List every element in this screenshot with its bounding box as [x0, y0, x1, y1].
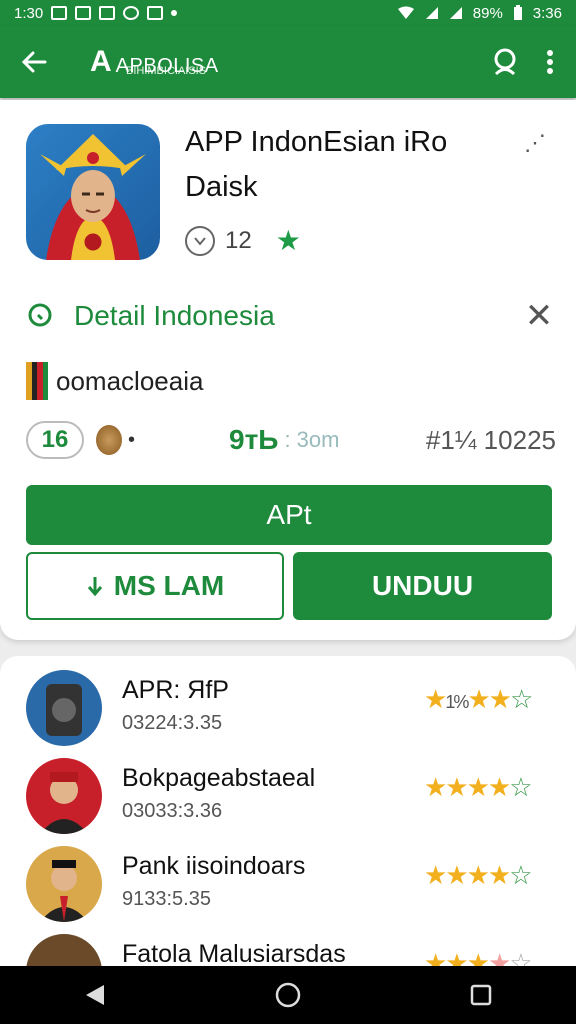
battery-percent: 89% [472, 4, 503, 22]
rating-pill: 16 [26, 421, 84, 459]
coin-icon [96, 425, 122, 455]
app-detail-card: APP IndonEsian iRo Daisk ⋰ 12 ★ Detail I… [0, 100, 576, 640]
review-date: 03033:3.36 [122, 800, 223, 822]
search-icon[interactable] [490, 47, 520, 77]
avatar [26, 670, 102, 746]
detail-header: Detail Indonesia ✕ [26, 296, 556, 336]
download-button[interactable]: UNDUU [293, 552, 552, 620]
download-notification-icon [147, 6, 164, 20]
gallery-notification-icon [51, 6, 68, 20]
more-vert-icon[interactable] [546, 49, 554, 75]
reviews-list: APR: ЯfP 03224:3.35 ★1%★★☆ Bokpageabstae… [0, 656, 576, 966]
emoji-notification-icon [123, 6, 140, 20]
back-button[interactable] [18, 46, 50, 78]
app-notification-icon [75, 6, 92, 20]
app-icon[interactable] [26, 124, 160, 260]
review-name: Bokpageabstaeal [122, 764, 316, 792]
flag-icon [26, 362, 48, 400]
avatar [26, 846, 102, 922]
signal-2-icon [449, 7, 462, 19]
stats-row: 16 • 9тЬ : 3om #1¼ 10225 [26, 418, 556, 462]
calendar-notification-icon [99, 6, 116, 20]
star-icon: ★ [275, 225, 301, 256]
status-time: 3:36 [532, 4, 562, 22]
nav-back-icon[interactable] [84, 983, 106, 1007]
nav-home-icon[interactable] [275, 982, 301, 1008]
secondary-action-label: MS LAM [113, 570, 225, 601]
notification-dot-icon [171, 10, 178, 16]
list-item[interactable]: Pank iisoindoars 9133:5.35 ★★★★☆ [0, 832, 576, 922]
brand-logo: A BIHIMBICIAISIS APBOLISA [90, 45, 219, 78]
detail-label: Detail Indonesia [74, 300, 275, 331]
app-bar-actions [490, 47, 554, 77]
review-date: 03224:3.35 [122, 712, 223, 734]
secondary-action-button[interactable]: MS LAM [26, 552, 284, 620]
app-rank: #1¼ 10225 [425, 424, 556, 455]
more-dots-icon[interactable]: ⋰ [524, 130, 554, 155]
chevron-down-icon[interactable] [185, 225, 215, 256]
status-right: 89% 3:36 [397, 5, 562, 22]
chat-search-icon [28, 303, 52, 327]
system-nav-bar [0, 966, 576, 1024]
status-bar: 1:30 89% 3:36 [0, 0, 576, 26]
avatar [26, 758, 102, 834]
meta-count: 12 [225, 226, 252, 254]
status-left: 1:30 [14, 4, 178, 22]
battery-icon [513, 5, 522, 20]
app-size-sub: : 3om [284, 427, 340, 452]
app-bar: A BIHIMBICIAISIS APBOLISA [0, 26, 576, 98]
warrior-portrait-icon [40, 134, 146, 260]
app-title: APP IndonEsian iRo Daisk [185, 126, 448, 203]
subtitle-row: oomacloeaia [26, 362, 203, 400]
rating-stars: ★★★★☆ [424, 860, 533, 890]
signal-icon [425, 7, 438, 19]
list-item[interactable]: Fatola Malusiarsdas ★★★★☆ [0, 920, 576, 966]
review-name: Fatola Malusiarsdas [122, 940, 346, 966]
app-subtitle: oomacloeaia [56, 365, 204, 396]
rating-stars: ★★★★☆ [424, 772, 533, 802]
wifi-icon [397, 6, 414, 19]
separator-dot: • [128, 428, 136, 451]
close-icon[interactable]: ✕ [522, 296, 556, 336]
nav-recents-icon[interactable] [470, 984, 492, 1006]
list-item[interactable]: APR: ЯfP 03224:3.35 ★1%★★☆ [0, 656, 576, 746]
review-name: Pank iisoindoars [122, 852, 306, 880]
rating-stars-text: 1% [445, 692, 469, 712]
brand-sup: BIHIMBICIAISIS [126, 65, 207, 77]
review-date: 9133:5.35 [122, 888, 211, 910]
avatar [26, 934, 102, 966]
rating-stars: ★1%★★☆ [424, 684, 533, 714]
download-arrow-icon [87, 577, 102, 597]
list-item[interactable]: Bokpageabstaeal 03033:3.36 ★★★★☆ [0, 744, 576, 834]
app-size: 9тЬ [229, 424, 279, 455]
app-meta: 12 ★ [185, 224, 301, 257]
arrow-left-icon [21, 51, 47, 73]
review-name: APR: ЯfP [122, 676, 229, 704]
rating-stars: ★★★★☆ [424, 948, 533, 966]
brand-letter: A [90, 45, 112, 78]
primary-action-button[interactable]: APt [26, 485, 552, 545]
status-left-text: 1:30 [14, 4, 44, 22]
